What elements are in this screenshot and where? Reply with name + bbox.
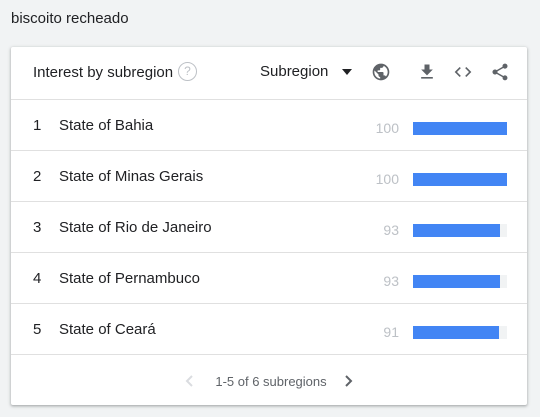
value-bar-track <box>413 326 507 339</box>
table-row[interactable]: 1 State of Bahia 100 <box>11 100 527 151</box>
row-rank: 5 <box>33 321 42 338</box>
card-header: Interest by subregion ? Subregion <box>11 47 527 100</box>
region-name: State of Rio de Janeiro <box>59 219 212 236</box>
table-row[interactable]: 3 State of Rio de Janeiro 93 <box>11 202 527 253</box>
value-bar <box>413 326 499 339</box>
row-rank: 3 <box>33 219 42 236</box>
value-bar <box>413 122 507 135</box>
pagination-label: 1-5 of 6 subregions <box>215 373 327 389</box>
interest-by-subregion-card: Interest by subregion ? Subregion 1 Stat… <box>11 47 527 405</box>
region-name: State of Ceará <box>59 321 156 338</box>
embed-code-icon[interactable] <box>452 62 474 82</box>
value-bar-track <box>413 122 507 135</box>
region-name: State of Bahia <box>59 117 154 134</box>
dropdown-selected-value: Subregion <box>260 63 329 80</box>
download-icon[interactable] <box>417 62 437 82</box>
row-value: 93 <box>383 222 399 238</box>
row-value: 100 <box>375 171 399 187</box>
row-value: 100 <box>375 120 399 136</box>
value-bar <box>413 173 507 186</box>
row-value: 91 <box>383 324 399 340</box>
row-value: 93 <box>383 273 399 289</box>
value-bar-track <box>413 275 507 288</box>
value-bar-track <box>413 224 507 237</box>
table-row[interactable]: 5 State of Ceará 91 <box>11 304 527 355</box>
table-row[interactable]: 4 State of Pernambuco 93 <box>11 253 527 304</box>
value-bar <box>413 275 501 288</box>
region-name: State of Pernambuco <box>59 270 200 287</box>
value-bar <box>413 224 501 237</box>
card-title: Interest by subregion <box>33 64 174 81</box>
row-rank: 4 <box>33 270 42 287</box>
chevron-right-icon <box>344 375 353 387</box>
table-row[interactable]: 2 State of Minas Gerais 100 <box>11 151 527 202</box>
pagination: 1-5 of 6 subregions <box>11 357 527 405</box>
help-icon[interactable]: ? <box>178 62 197 81</box>
row-rank: 2 <box>33 168 42 185</box>
previous-page-button[interactable] <box>185 375 194 387</box>
region-name: State of Minas Gerais <box>59 168 204 185</box>
caret-down-icon <box>342 68 353 75</box>
search-term-title: biscoito recheado <box>11 10 129 27</box>
subregion-dropdown[interactable]: Subregion <box>260 63 353 80</box>
share-icon[interactable] <box>490 62 510 82</box>
chevron-left-icon <box>185 375 194 387</box>
globe-icon[interactable] <box>371 62 391 82</box>
row-rank: 1 <box>33 117 42 134</box>
next-page-button[interactable] <box>344 375 353 387</box>
value-bar-track <box>413 173 507 186</box>
